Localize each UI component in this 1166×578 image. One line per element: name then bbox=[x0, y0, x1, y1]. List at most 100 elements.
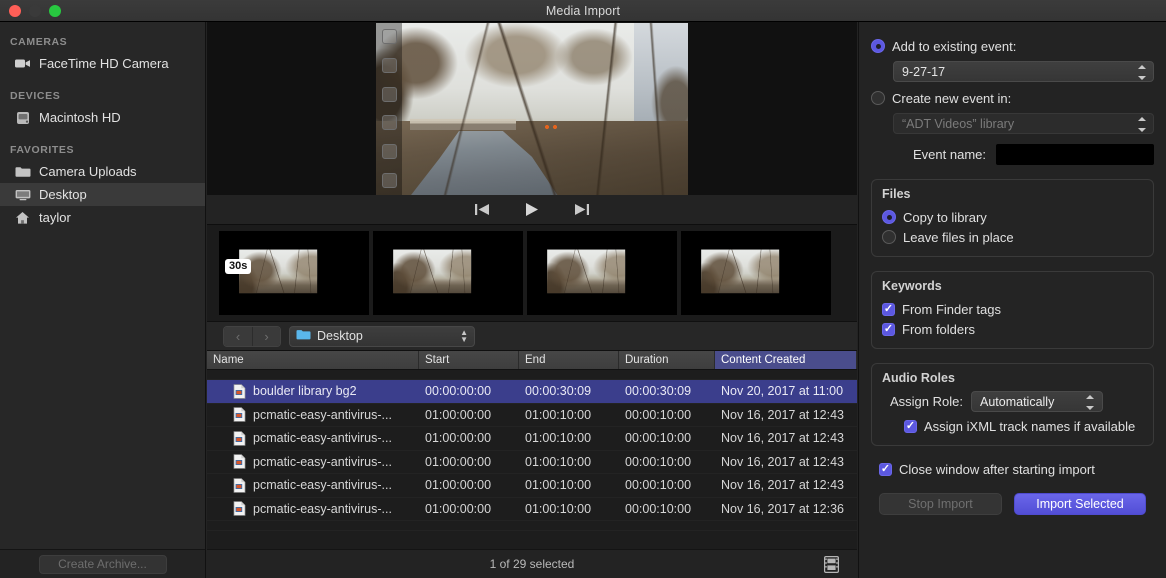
cell-text: 00:00:10:00 bbox=[625, 431, 692, 446]
table-row[interactable]: pcmatic-easy-antivirus-... 01:00:00:00 01:… bbox=[207, 451, 857, 474]
column-header-name[interactable]: Name bbox=[207, 351, 419, 369]
add-to-existing-event-radio[interactable] bbox=[871, 39, 885, 53]
table-cell-duration: 00:00:10:00 bbox=[619, 451, 715, 474]
column-header-content-created[interactable]: Content Created bbox=[715, 351, 857, 369]
sidebar-item-label: Desktop bbox=[39, 187, 87, 202]
chevron-updown-icon: ▲ ▼ bbox=[460, 328, 468, 344]
table-row[interactable]: pcmatic-easy-antivirus-... 01:00:00:00 01:… bbox=[207, 427, 857, 451]
stop-import-button[interactable]: Stop Import bbox=[879, 493, 1002, 515]
table-cell-duration: 00:00:10:00 bbox=[619, 474, 715, 497]
table-cell-created: Nov 16, 2017 at 12:36 bbox=[715, 498, 857, 521]
close-window-label: Close window after starting import bbox=[899, 462, 1095, 477]
from-finder-tags-row[interactable]: From Finder tags bbox=[882, 299, 1143, 319]
audio-roles-group: Audio Roles Assign Role: Automatically A… bbox=[871, 363, 1154, 446]
event-name-row: Event name: bbox=[871, 144, 1154, 165]
selection-status: 1 of 29 selected bbox=[489, 557, 575, 571]
create-archive-button[interactable]: Create Archive... bbox=[38, 554, 167, 574]
sidebar-item-label: taylor bbox=[39, 210, 71, 225]
create-new-event-radio[interactable] bbox=[871, 91, 885, 105]
from-folders-row[interactable]: From folders bbox=[882, 319, 1143, 339]
location-popup[interactable]: Desktop ▲ ▼ bbox=[289, 325, 475, 347]
sidebar-item-taylor[interactable]: taylor bbox=[0, 206, 205, 229]
table-row[interactable]: boulder library bg2 00:00:00:00 00:00:30:0… bbox=[207, 380, 857, 404]
existing-event-popup[interactable]: 9-27-17 bbox=[893, 61, 1154, 82]
filmstrip-thumbnail[interactable] bbox=[527, 231, 677, 315]
sidebar: CAMERAS FaceTime HD Camera DEVICES Macin… bbox=[0, 22, 206, 549]
cell-text: Nov 16, 2017 at 12:43 bbox=[721, 431, 845, 446]
table-cell-name: pcmatic-easy-antivirus-... bbox=[207, 451, 419, 474]
cell-text: Nov 20, 2017 at 11:00 bbox=[721, 384, 844, 399]
from-folders-label: From folders bbox=[902, 321, 975, 337]
preview-image-branches bbox=[376, 22, 688, 195]
filmstrip-thumbnail[interactable] bbox=[373, 231, 523, 315]
file-icon bbox=[233, 478, 246, 493]
assign-ixml-checkbox[interactable] bbox=[904, 419, 917, 433]
table-cell-created: Nov 16, 2017 at 12:43 bbox=[715, 451, 857, 474]
filmstrip-icon[interactable] bbox=[824, 556, 840, 576]
sidebar-item-facetime-hd-camera[interactable]: FaceTime HD Camera bbox=[0, 52, 205, 75]
create-new-event-row[interactable]: Create new event in: bbox=[871, 88, 1154, 108]
copy-to-library-row[interactable]: Copy to library bbox=[882, 207, 1143, 227]
table-row[interactable]: pcmatic-easy-antivirus-... 01:00:00:00 01:… bbox=[207, 404, 857, 427]
import-selected-button[interactable]: Import Selected bbox=[1013, 493, 1146, 515]
table-row[interactable]: pcmatic-easy-antivirus-... 01:00:00:00 01:… bbox=[207, 498, 857, 521]
leave-files-in-place-radio[interactable] bbox=[882, 230, 896, 244]
library-popup: “ADT Videos” library bbox=[893, 113, 1154, 134]
leave-files-in-place-row[interactable]: Leave files in place bbox=[882, 227, 1143, 247]
sidebar-item-desktop[interactable]: Desktop bbox=[0, 183, 205, 206]
column-header-start[interactable]: Start bbox=[419, 351, 519, 369]
event-name-field[interactable] bbox=[996, 144, 1154, 165]
cell-text: pcmatic-easy-antivirus-... bbox=[253, 478, 392, 493]
table-row[interactable]: pcmatic-easy-antivirus-... 01:00:00:00 01:… bbox=[207, 474, 857, 498]
video-preview[interactable] bbox=[207, 22, 857, 195]
cell-text: 00:00:10:00 bbox=[625, 501, 692, 516]
table-row[interactable] bbox=[207, 370, 857, 380]
close-window-row[interactable]: Close window after starting import bbox=[879, 462, 1154, 477]
back-button[interactable]: ‹ bbox=[224, 326, 252, 346]
cell-text: 01:00:00:00 bbox=[425, 431, 492, 446]
sidebar-item-macintosh-hd[interactable]: Macintosh HD bbox=[0, 106, 205, 129]
status-bar: 1 of 29 selected bbox=[207, 549, 857, 578]
table-cell-end: 01:00:10:00 bbox=[519, 498, 619, 521]
existing-event-value: 9-27-17 bbox=[902, 64, 946, 79]
close-window-checkbox[interactable] bbox=[879, 463, 892, 476]
leave-files-in-place-label: Leave files in place bbox=[903, 229, 1014, 245]
table-row[interactable] bbox=[207, 521, 857, 531]
table-cell-start: 01:00:00:00 bbox=[419, 427, 519, 450]
skip-back-icon[interactable] bbox=[471, 201, 493, 219]
file-icon bbox=[233, 384, 246, 399]
filmstrip[interactable]: 30s bbox=[207, 225, 857, 321]
cell-text: 00:00:10:00 bbox=[625, 454, 692, 469]
sidebar-footer: Create Archive... bbox=[0, 549, 206, 578]
column-header-duration[interactable]: Duration bbox=[619, 351, 715, 369]
cell-text: 01:00:00:00 bbox=[425, 407, 492, 422]
from-finder-tags-checkbox[interactable] bbox=[882, 302, 895, 316]
assign-role-popup[interactable]: Automatically bbox=[970, 391, 1103, 412]
from-folders-checkbox[interactable] bbox=[882, 322, 895, 336]
cell-text: pcmatic-easy-antivirus-... bbox=[253, 501, 392, 516]
cell-text: 01:00:10:00 bbox=[525, 454, 592, 469]
sidebar-item-camera-uploads[interactable]: Camera Uploads bbox=[0, 160, 205, 183]
copy-to-library-radio[interactable] bbox=[882, 210, 896, 224]
assign-ixml-row[interactable]: Assign iXML track names if available bbox=[904, 416, 1143, 436]
file-icon bbox=[233, 431, 246, 446]
skip-forward-icon[interactable] bbox=[571, 201, 593, 219]
camera-icon bbox=[14, 56, 31, 71]
file-table[interactable]: Name Start End Duration Content Created … bbox=[207, 351, 857, 549]
sidebar-header-favorites: FAVORITES bbox=[10, 144, 75, 156]
table-cell-created bbox=[715, 521, 857, 530]
desktop-icon bbox=[14, 187, 31, 202]
column-header-end[interactable]: End bbox=[519, 351, 619, 369]
play-icon[interactable] bbox=[521, 201, 543, 219]
create-new-event-label: Create new event in: bbox=[892, 90, 1012, 106]
forward-button[interactable]: › bbox=[252, 326, 280, 346]
filmstrip-thumbnail[interactable]: 30s bbox=[219, 231, 369, 315]
table-cell-end bbox=[519, 521, 619, 530]
add-to-existing-event-row[interactable]: Add to existing event: bbox=[871, 36, 1154, 56]
cell-text: 01:00:10:00 bbox=[525, 478, 592, 493]
home-icon bbox=[14, 210, 31, 225]
filmstrip-thumbnail[interactable] bbox=[681, 231, 831, 315]
cell-text: 01:00:10:00 bbox=[525, 407, 592, 422]
cell-text: Nov 16, 2017 at 12:43 bbox=[721, 478, 845, 493]
